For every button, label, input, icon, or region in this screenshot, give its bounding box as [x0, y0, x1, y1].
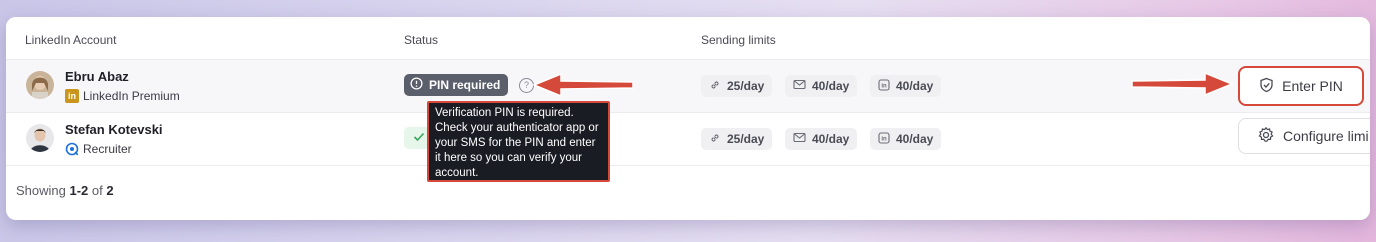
- message-limit-value: 40/day: [812, 79, 850, 93]
- pagination-summary: Showing 1-2 of 2: [16, 183, 114, 198]
- column-header-limits: Sending limits: [701, 33, 776, 47]
- connection-limit: 25/day: [701, 75, 773, 97]
- subscription-label: LinkedIn Premium: [83, 89, 180, 103]
- check-icon: [413, 129, 425, 147]
- message-limit: 40/day: [785, 128, 858, 150]
- linkedin-outline-icon: in: [878, 131, 890, 147]
- link-icon: [709, 132, 721, 147]
- enter-pin-label: Enter PIN: [1282, 78, 1343, 94]
- configure-limits-button[interactable]: Configure limi: [1238, 118, 1370, 154]
- configure-limits-label: Configure limi: [1283, 128, 1369, 144]
- inmail-limit: in 40/day: [870, 75, 942, 97]
- pagination-total: 2: [106, 183, 114, 198]
- linkedin-icon: in: [65, 89, 79, 103]
- table-row: Stefan Kotevski Recruiter 25/day 40/day: [6, 113, 1370, 166]
- column-header-account: LinkedIn Account: [25, 33, 117, 47]
- column-header-status: Status: [404, 33, 439, 47]
- message-limit: 40/day: [785, 75, 858, 97]
- status-label: PIN required: [429, 78, 501, 92]
- pin-required-tooltip: Verification PIN is required. Check your…: [427, 101, 610, 182]
- pagination-range: 1-2: [69, 183, 89, 198]
- table-header: LinkedIn Account Status Sending limits: [6, 17, 1370, 60]
- connection-limit: 25/day: [701, 128, 773, 150]
- gear-icon: [1257, 126, 1275, 147]
- connection-limit-value: 25/day: [727, 79, 765, 93]
- recruiter-icon: [65, 142, 79, 156]
- accounts-card: LinkedIn Account Status Sending limits E…: [6, 17, 1370, 220]
- annotation-arrow-left: [532, 72, 634, 98]
- connection-limit-value: 25/day: [727, 132, 765, 146]
- enter-pin-button[interactable]: Enter PIN: [1238, 66, 1364, 106]
- message-limit-value: 40/day: [812, 132, 850, 146]
- alert-circle-icon: [410, 77, 423, 93]
- status-badge: PIN required: [404, 74, 509, 96]
- annotation-arrow-right: [1131, 71, 1234, 97]
- inmail-limit-value: 40/day: [896, 132, 934, 146]
- account-subscription: in LinkedIn Premium: [65, 89, 180, 103]
- svg-text:in: in: [881, 83, 887, 89]
- account-subscription: Recruiter: [65, 142, 132, 156]
- mail-icon: [793, 132, 806, 146]
- linkedin-outline-icon: in: [878, 78, 890, 94]
- inmail-limit: in 40/day: [870, 128, 942, 150]
- mail-icon: [793, 79, 806, 93]
- inmail-limit-value: 40/day: [896, 79, 934, 93]
- subscription-label: Recruiter: [83, 142, 132, 156]
- avatar: [26, 71, 54, 99]
- account-name[interactable]: Stefan Kotevski: [65, 122, 163, 137]
- account-name[interactable]: Ebru Abaz: [65, 69, 129, 84]
- svg-text:in: in: [881, 136, 887, 142]
- avatar: [26, 124, 54, 152]
- shield-check-icon: [1259, 77, 1274, 96]
- link-icon: [709, 79, 721, 94]
